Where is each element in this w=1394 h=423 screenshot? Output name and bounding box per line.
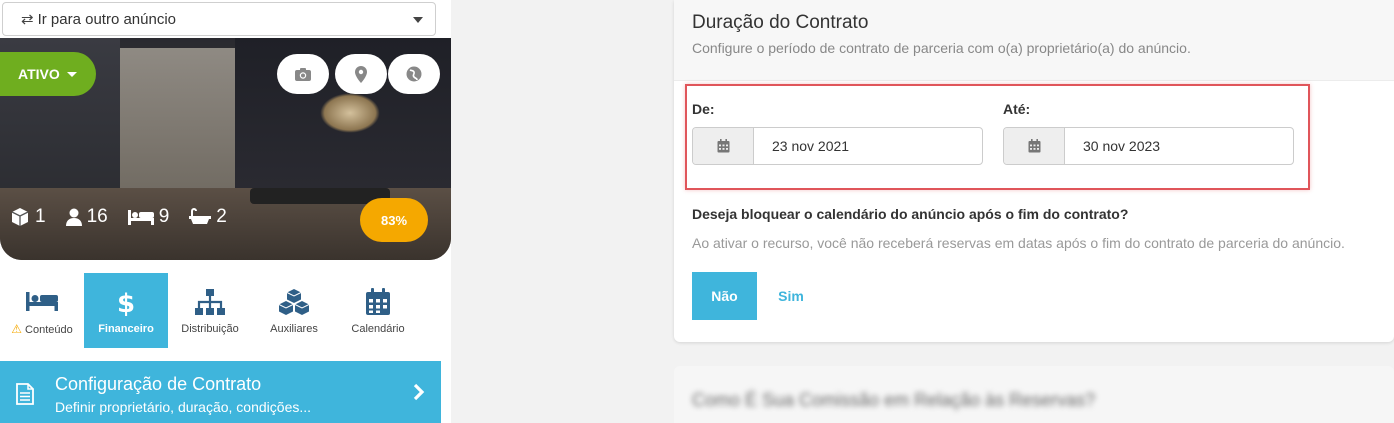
no-button[interactable]: Não xyxy=(692,272,757,320)
to-date-field[interactable]: 30 nov 2023 xyxy=(1003,127,1294,165)
goto-listing-dropdown[interactable]: ⇄ Ir para outro anúncio xyxy=(2,2,436,36)
tab-label: Distribuição xyxy=(181,322,239,335)
stat-beds: 9 xyxy=(127,206,169,228)
section-title: Duração do Contrato xyxy=(692,12,869,33)
calendar-icon xyxy=(366,287,390,315)
tab-label: Auxiliares xyxy=(270,322,318,335)
document-icon xyxy=(16,383,34,405)
from-date-label: De: xyxy=(692,101,715,117)
bed-icon xyxy=(127,210,154,225)
goto-listing-label: Ir para outro anúncio xyxy=(37,10,176,28)
stat-units: 1 xyxy=(10,206,46,228)
bed-icon xyxy=(26,291,58,311)
swap-icon: ⇄ xyxy=(21,11,34,28)
yes-button[interactable]: Sim xyxy=(767,272,815,320)
calendar-icon xyxy=(717,139,729,153)
from-date-field[interactable]: 23 nov 2021 xyxy=(692,127,983,165)
globe-button[interactable] xyxy=(388,54,440,94)
cubes-icon xyxy=(278,288,310,315)
contract-config-title: Configuração de Contrato xyxy=(55,374,262,394)
commission-title: Como É Sua Comissão em Relação às Reserv… xyxy=(692,390,1096,410)
svg-text:$: $ xyxy=(117,289,135,316)
tab-financeiro[interactable]: $ Financeiro xyxy=(84,273,168,348)
tab-conteudo[interactable]: ⚠ Conteúdo xyxy=(0,273,84,348)
status-label: ATIVO xyxy=(18,66,60,82)
map-pin-button[interactable] xyxy=(335,54,387,94)
listing-panel: ⇄ Ir para outro anúncio ATIVO 1 16 9 2 8… xyxy=(0,0,451,423)
globe-icon xyxy=(406,66,422,82)
bath-icon xyxy=(189,208,212,224)
calendar-addon[interactable] xyxy=(693,128,754,164)
tab-label: Calendário xyxy=(351,322,405,335)
block-calendar-question: Deseja bloquear o calendário do anúncio … xyxy=(692,206,1129,222)
listing-nav: ⚠ Conteúdo $ Financeiro Distribuição Aux… xyxy=(0,273,451,348)
camera-icon xyxy=(295,67,311,81)
tab-distribuicao[interactable]: Distribuição xyxy=(168,273,252,348)
block-calendar-help: Ao ativar o recurso, você não receberá r… xyxy=(692,235,1345,251)
user-icon xyxy=(65,208,82,226)
calendar-addon[interactable] xyxy=(1004,128,1065,164)
chevron-down-icon xyxy=(413,17,423,23)
dollar-icon: $ xyxy=(117,289,135,316)
completion-score-badge: 83% xyxy=(360,198,428,242)
stat-guests: 16 xyxy=(65,206,108,228)
calendar-icon xyxy=(1028,139,1040,153)
from-date-value: 23 nov 2021 xyxy=(772,138,850,154)
warning-icon: ⚠ xyxy=(11,321,22,336)
contract-config-item[interactable]: Configuração de Contrato Definir proprie… xyxy=(0,361,441,423)
listing-stats: 1 16 9 2 xyxy=(10,206,227,228)
to-date-label: Até: xyxy=(1003,101,1031,117)
caret-down-icon xyxy=(66,71,77,77)
chevron-right-icon xyxy=(413,383,425,401)
tab-calendario[interactable]: Calendário xyxy=(336,273,420,348)
to-date-value: 30 nov 2023 xyxy=(1083,138,1161,154)
map-marker-icon xyxy=(355,65,367,83)
stat-baths: 2 xyxy=(189,206,227,228)
tab-label: Conteúdo xyxy=(25,323,73,336)
cube-icon xyxy=(11,208,29,226)
tab-auxiliares[interactable]: Auxiliares xyxy=(252,273,336,348)
commission-card: Como É Sua Comissão em Relação às Reserv… xyxy=(674,366,1394,423)
sitemap-icon xyxy=(195,288,225,315)
section-subtitle: Configure o período de contrato de parce… xyxy=(692,40,1191,56)
status-dropdown[interactable]: ATIVO xyxy=(0,52,96,96)
tab-label: Financeiro xyxy=(98,322,154,335)
contract-config-subtitle: Definir proprietário, duração, condições… xyxy=(55,399,312,415)
photos-button[interactable] xyxy=(277,54,329,94)
